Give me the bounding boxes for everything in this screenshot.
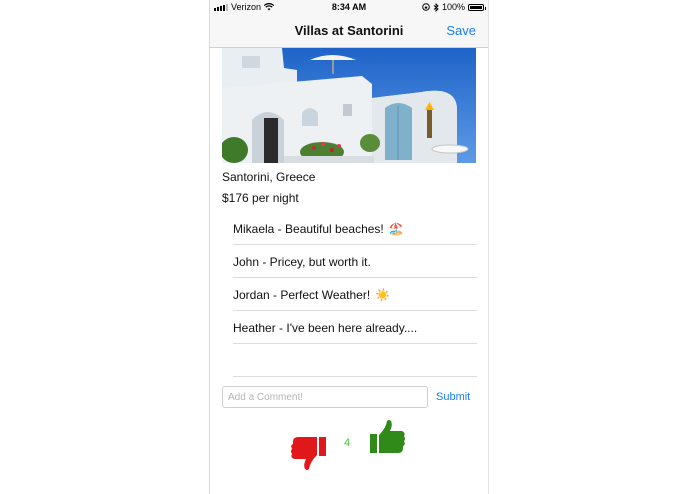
location-label: Santorini, Greece [222, 170, 316, 184]
comment-item: Heather - I've been here already.... [233, 311, 477, 344]
comment-text: Heather - I've been here already.... [233, 321, 418, 335]
bluetooth-icon [433, 2, 439, 12]
villa-photo [222, 48, 476, 163]
status-right: 100% [422, 2, 486, 12]
sun-icon: ☀️ [375, 288, 391, 302]
thumbs-down-icon[interactable] [290, 432, 328, 472]
comment-item: John - Pricey, but worth it. [233, 245, 477, 278]
comment-text: John - Pricey, but worth it. [233, 255, 371, 269]
comment-item: Mikaela - Beautiful beaches! 🏖️ [233, 212, 477, 245]
submit-button[interactable]: Submit [436, 391, 470, 403]
comment-text: Mikaela - Beautiful beaches! [233, 222, 384, 236]
battery-label: 100% [441, 2, 465, 12]
nav-bar: Villas at Santorini Save [210, 14, 488, 48]
lock-rotation-icon [422, 3, 430, 11]
battery-icon [468, 3, 486, 11]
price-label: $176 per night [222, 191, 299, 205]
phone-screen: Verizon 8:34 AM 100% Villas at Santorini… [209, 0, 489, 494]
empty-comment-row [233, 344, 477, 377]
comment-text: Jordan - Perfect Weather! [233, 288, 371, 302]
comment-list: Mikaela - Beautiful beaches! 🏖️ John - Pr… [233, 212, 477, 377]
vote-count: 4 [344, 437, 351, 449]
status-bar: Verizon 8:34 AM 100% [210, 0, 488, 14]
comment-input[interactable] [222, 386, 428, 408]
comment-item: Jordan - Perfect Weather! ☀️ [233, 278, 477, 311]
thumbs-up-icon[interactable] [368, 418, 406, 458]
save-button[interactable]: Save [446, 23, 476, 38]
beach-icon: 🏖️ [388, 222, 404, 236]
